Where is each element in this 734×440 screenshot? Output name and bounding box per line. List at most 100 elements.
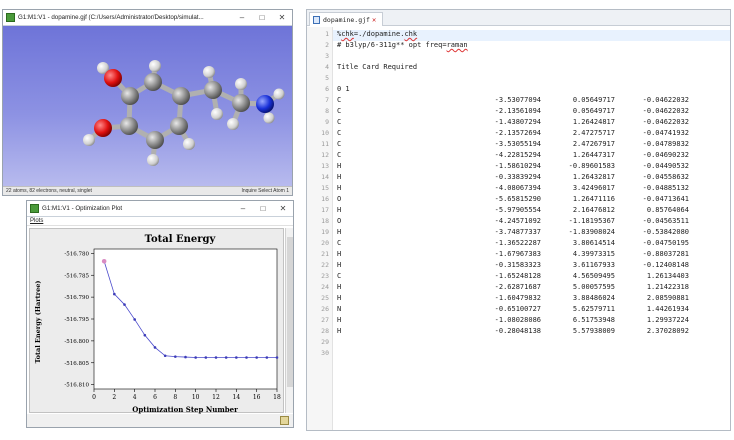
z-coordinate: -0.04622032 xyxy=(642,107,689,115)
z-coordinate: -0.04622032 xyxy=(642,118,689,126)
tab-dopamine-gjf[interactable]: dopamine.gjf ✕ xyxy=(309,12,384,26)
close-button[interactable]: ✕ xyxy=(272,13,292,22)
code-line[interactable]: 23 C -1.65248128 4.56509495 1.26134403 xyxy=(321,272,730,283)
y-coordinate: 1.26424817 xyxy=(572,118,615,126)
energy-plot-area[interactable]: Total Energy Total Energy (Hartree) Opti… xyxy=(29,228,285,414)
maximize-button[interactable]: □ xyxy=(252,13,272,22)
code-line[interactable]: 18 O -4.24571092 -1.18195367 -0.04563511 xyxy=(321,217,730,228)
y-coordinate: -1.83908024 xyxy=(568,228,615,236)
atom-symbol: H xyxy=(337,162,342,170)
line-number: 10 xyxy=(321,129,329,137)
editor-tabbar: dopamine.gjf ✕ xyxy=(307,10,730,26)
code-line[interactable]: 29 xyxy=(321,338,730,349)
y-coordinate: 0.05649717 xyxy=(572,107,615,115)
desktop: G1:M1:V1 - dopamine.gjf (C:/Users/Admini… xyxy=(0,0,734,440)
code-segment: raman xyxy=(446,41,468,49)
plot-scrollbar-thumb[interactable] xyxy=(287,237,293,387)
code-line[interactable]: 24 H -2.62871687 5.00057595 1.21422318 xyxy=(321,283,730,294)
maximize-button[interactable]: □ xyxy=(253,204,273,213)
y-coordinate: 3.80614514 xyxy=(572,239,615,247)
code-line[interactable]: 10 C -2.13572694 2.47275717 -0.04741932 xyxy=(321,129,730,140)
code-line[interactable]: 16 O -5.65815290 1.26471116 -0.04713641 xyxy=(321,195,730,206)
y-coordinate: 4.56509495 xyxy=(572,272,615,280)
optimization-plot-window[interactable]: G1:M1:V1 - Optimization Plot – □ ✕ Plots… xyxy=(26,200,294,428)
x-tick-label: 6 xyxy=(153,394,157,401)
code-line[interactable]: 13 H -1.58610294 -0.89601583 -0.04490532 xyxy=(321,162,730,173)
code-line[interactable]: 4 Title Card Required xyxy=(325,63,730,74)
plots-menu[interactable]: Plots xyxy=(30,218,43,224)
code-area[interactable]: 1 %chk=./dopamine.chk 2 # b3lyp/6-311g** op… xyxy=(321,27,730,430)
energy-data-point xyxy=(275,356,279,359)
molecule-window[interactable]: G1:M1:V1 - dopamine.gjf (C:/Users/Admini… xyxy=(2,9,293,196)
code-line[interactable]: 6 0 1 xyxy=(325,85,730,96)
line-number: 16 xyxy=(321,195,329,203)
minimize-button[interactable]: – xyxy=(232,13,252,22)
close-button[interactable]: ✕ xyxy=(273,204,293,213)
y-coordinate: 2.47275717 xyxy=(572,129,615,137)
code-line[interactable]: 3 xyxy=(325,52,730,63)
code-line[interactable]: 20 C -1.36522287 3.80614514 -0.04750195 xyxy=(321,239,730,250)
code-line[interactable]: 12 C -4.22815294 1.26447317 -0.04690232 xyxy=(321,151,730,162)
molecule-canvas[interactable] xyxy=(3,26,292,187)
line-number: 24 xyxy=(321,283,329,291)
code-line[interactable]: 11 C -3.53055194 2.47267917 -0.04789832 xyxy=(321,140,730,151)
energy-chart[interactable]: Total Energy Total Energy (Hartree) Opti… xyxy=(30,229,285,414)
code-line[interactable]: 22 H -0.31583323 3.61167933 -0.12408148 xyxy=(321,261,730,272)
code-line[interactable]: 2 # b3lyp/6-311g** opt freq=raman xyxy=(325,41,730,52)
atom-symbol: N xyxy=(337,305,342,313)
z-coordinate: -0.04741932 xyxy=(642,129,689,137)
dopamine-molecule-model[interactable] xyxy=(3,26,292,187)
atom-symbol: O xyxy=(337,195,342,203)
tab-label: dopamine.gjf xyxy=(323,15,370,24)
code-line[interactable]: 5 xyxy=(325,74,730,85)
energy-data-point xyxy=(204,356,208,359)
resize-grip-icon[interactable] xyxy=(280,416,289,425)
z-coordinate: -0.04789832 xyxy=(642,140,689,148)
code-line[interactable]: 26 N -0.65100727 5.62579711 1.44261934 xyxy=(321,305,730,316)
y-coordinate: -0.89601583 xyxy=(568,162,615,170)
code-line[interactable]: 15 H -4.08067394 3.42496017 -0.04885132 xyxy=(321,184,730,195)
atoms xyxy=(83,60,285,166)
code-line[interactable]: 17 H -5.97905554 2.16476812 0.85764064 xyxy=(321,206,730,217)
atom-symbol: C xyxy=(337,96,342,104)
y-coordinate: 2.47267917 xyxy=(572,140,615,148)
plot-scrollbar[interactable] xyxy=(285,228,293,413)
atom-symbol: H xyxy=(337,250,342,258)
atom-symbol: H xyxy=(337,184,342,192)
atom-symbol: H xyxy=(337,283,342,291)
z-coordinate: -0.04885132 xyxy=(642,184,689,192)
tab-close-icon[interactable]: ✕ xyxy=(372,16,376,24)
y-coordinate: 4.39973315 xyxy=(572,250,615,258)
y-coordinate: 1.26471116 xyxy=(572,195,615,203)
y-tick-label: -516.780 xyxy=(64,251,89,257)
code-line[interactable]: 14 H -0.33839294 1.26432817 -0.04558632 xyxy=(321,173,730,184)
energy-data-point xyxy=(224,356,228,359)
code-line[interactable]: 27 H -1.08028086 6.51753948 1.29937224 xyxy=(321,316,730,327)
code-line[interactable]: 19 H -3.74877337 -1.83908024 -0.53842080 xyxy=(321,228,730,239)
code-line[interactable]: 8 C -2.13561094 0.05649717 -0.04622032 xyxy=(325,107,730,118)
code-segment: =./dopamine. xyxy=(353,30,405,38)
plot-window-titlebar[interactable]: G1:M1:V1 - Optimization Plot – □ ✕ xyxy=(27,201,293,217)
line-number: 22 xyxy=(321,261,329,269)
energy-data-point xyxy=(265,356,269,359)
code-line[interactable]: 21 H -1.67967383 4.39973315 -0.88037281 xyxy=(321,250,730,261)
x-tick-label: 18 xyxy=(273,394,281,401)
z-coordinate: -0.04558632 xyxy=(642,173,689,181)
code-line[interactable]: 7 C -3.53077094 0.05649717 -0.04622032 xyxy=(325,96,730,107)
x-coordinate: -0.31583323 xyxy=(494,261,541,269)
code-line[interactable]: 25 H -1.60479832 3.88486024 2.08590881 xyxy=(321,294,730,305)
line-number: 23 xyxy=(321,272,329,280)
code-line[interactable]: 28 H -0.28048138 5.57938009 2.37028092 xyxy=(321,327,730,338)
energy-data-point xyxy=(143,333,147,337)
atom-symbol: H xyxy=(337,173,342,181)
minimize-button[interactable]: – xyxy=(233,204,253,213)
code-line[interactable]: 9 C -1.43807294 1.26424817 -0.04622032 xyxy=(325,118,730,129)
y-coordinate: 1.26447317 xyxy=(572,151,615,159)
code-line[interactable]: 30 xyxy=(321,349,730,360)
x-coordinate: -0.28048138 xyxy=(494,327,541,335)
code-line[interactable]: 1 %chk=./dopamine.chk xyxy=(325,30,730,41)
atom-symbol: H xyxy=(337,316,342,324)
gjf-editor[interactable]: dopamine.gjf ✕ 1 %chk=./dopamine.chk 2 # b3… xyxy=(306,9,731,431)
line-number: 4 xyxy=(325,63,329,71)
molecule-window-titlebar[interactable]: G1:M1:V1 - dopamine.gjf (C:/Users/Admini… xyxy=(3,10,292,26)
